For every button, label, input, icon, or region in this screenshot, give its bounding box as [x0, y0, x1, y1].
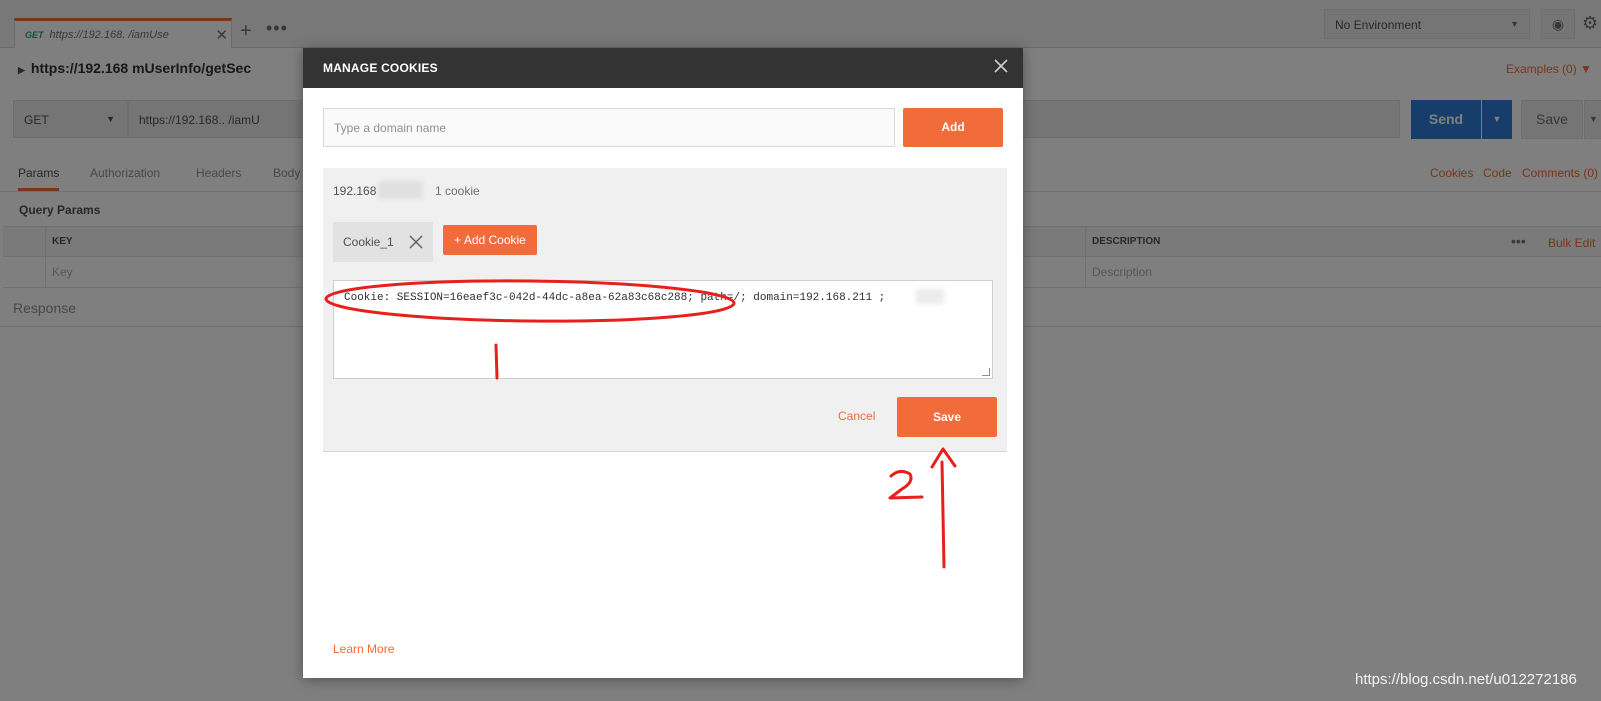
save-cookie-button[interactable]: Save [897, 397, 997, 437]
watermark: https://blog.csdn.net/u012272186 [1355, 671, 1577, 688]
domain-name-input[interactable] [323, 108, 895, 147]
redacted-mask [378, 181, 423, 199]
domain-name: 192.168 [333, 184, 377, 198]
resize-handle[interactable] [982, 368, 990, 376]
modal-header: MANAGE COOKIES [303, 48, 1023, 88]
cookie-value-textarea[interactable]: Cookie: SESSION=16eaef3c-042d-44dc-a8ea-… [333, 280, 993, 379]
cookie-value-text: Cookie: SESSION=16eaef3c-042d-44dc-a8ea-… [344, 292, 886, 304]
add-cookie-button[interactable]: + Add Cookie [443, 225, 537, 255]
remove-cookie-icon[interactable] [409, 235, 423, 249]
domain-panel: 192.168 1 cookie Cookie_1 + Add Cookie C… [323, 168, 1007, 452]
add-domain-button[interactable]: Add [903, 108, 1003, 147]
close-icon[interactable] [993, 58, 1009, 74]
manage-cookies-modal: MANAGE COOKIES Add 192.168 1 cookie Cook… [303, 48, 1023, 678]
redacted-mask [916, 289, 944, 304]
cookie-count: 1 cookie [435, 184, 480, 198]
learn-more-link[interactable]: Learn More [333, 642, 394, 656]
cookie-chip-label: Cookie_1 [343, 235, 394, 249]
cancel-button[interactable]: Cancel [838, 409, 875, 423]
modal-title: MANAGE COOKIES [323, 61, 438, 75]
cookie-chip[interactable]: Cookie_1 [333, 222, 433, 262]
